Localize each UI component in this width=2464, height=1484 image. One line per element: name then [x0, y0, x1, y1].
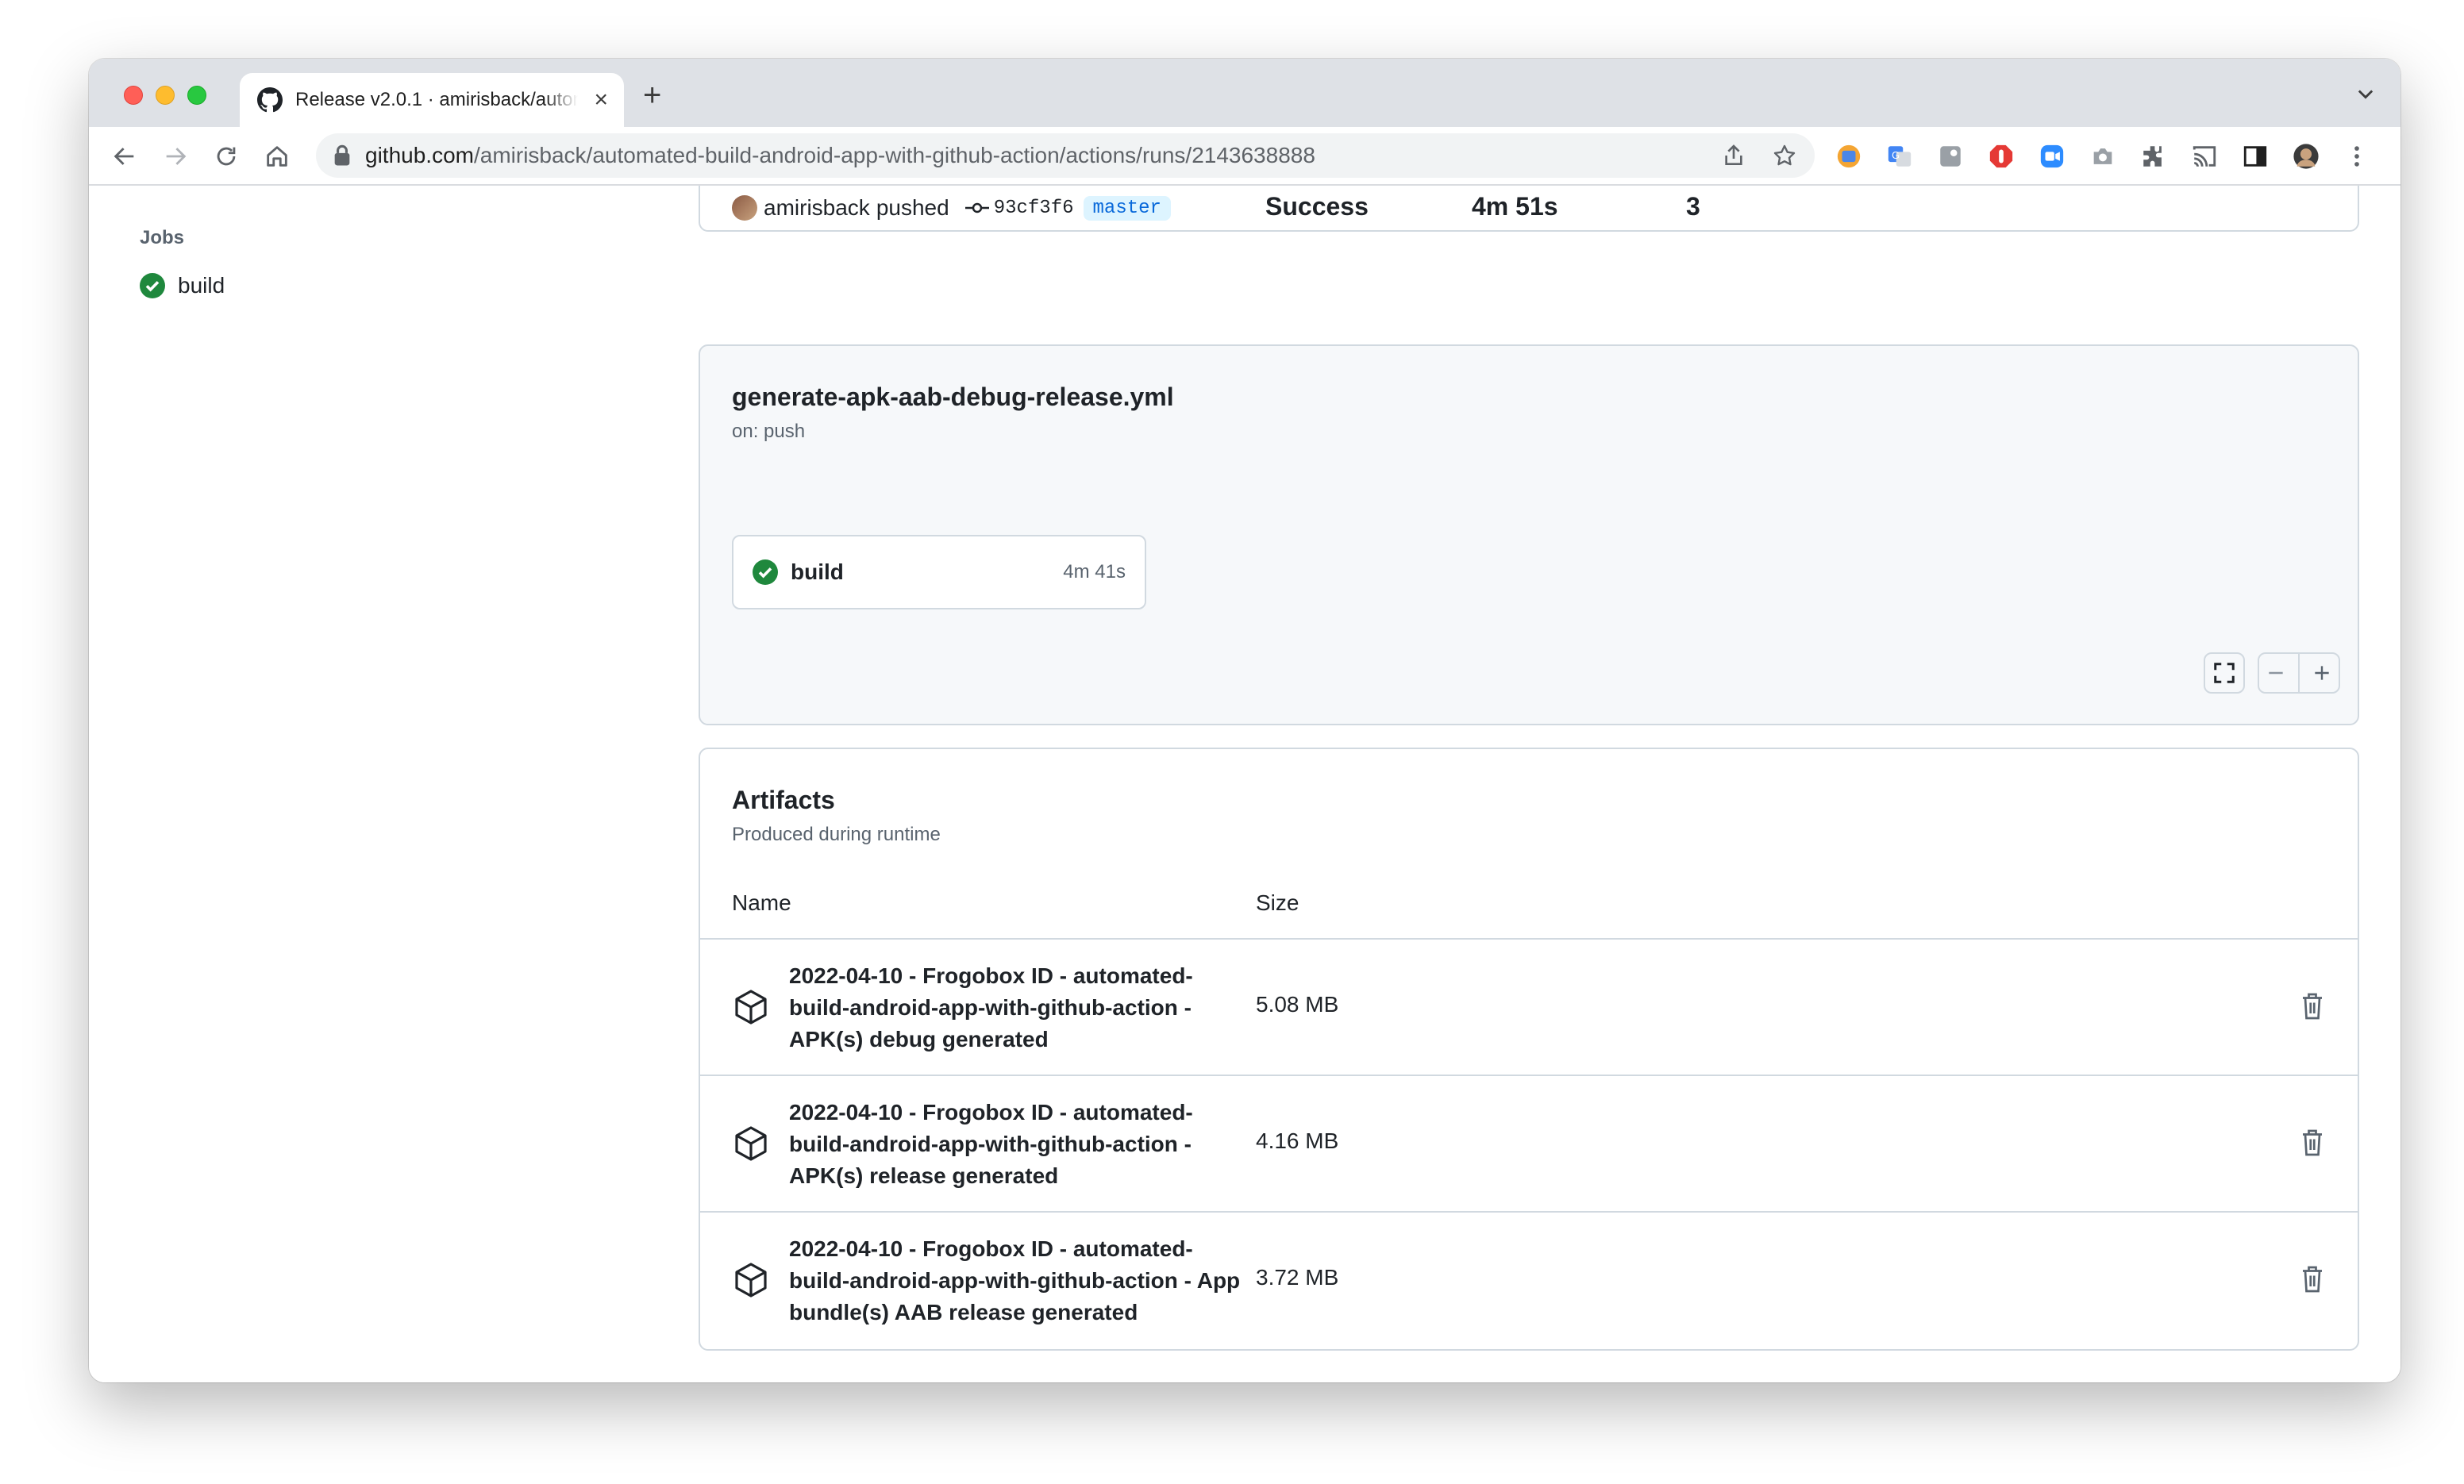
artifact-row: 2022-04-10 - Frogobox ID - automated-bui… — [700, 938, 2358, 1075]
workflow-graph-card: generate-apk-aab-debug-release.yml on: p… — [699, 344, 2359, 725]
artifact-size: 4.16 MB — [1256, 1128, 1339, 1153]
bookmark-star-icon[interactable] — [1772, 143, 1797, 168]
trash-icon[interactable] — [2300, 1128, 2324, 1157]
run-status: Success — [1265, 192, 1369, 221]
actor-avatar[interactable] — [732, 195, 757, 221]
run-trigger-info: amirisback pushed 93cf3f6 master — [732, 195, 1171, 221]
job-node-build[interactable]: build 4m 41s — [732, 535, 1146, 609]
commit-sha-link[interactable]: 93cf3f6 — [994, 198, 1074, 219]
back-arrow-icon[interactable] — [111, 143, 138, 170]
url-path: /amirisback/automated-build-android-app-… — [473, 143, 1315, 167]
address-bar[interactable]: github.com/amirisback/automated-build-an… — [316, 133, 1815, 178]
screenshot-camera-icon[interactable] — [2089, 143, 2116, 170]
success-check-icon — [753, 559, 778, 585]
tab-strip: Release v2.0.1 · amirisback/automated-bu… — [89, 59, 2400, 127]
page-content: Jobs build amirisback pushed 93cf3f6 mas… — [89, 186, 2400, 1382]
success-check-icon — [140, 273, 165, 298]
fullscreen-button[interactable] — [2204, 652, 2245, 694]
close-window-button[interactable] — [124, 86, 143, 105]
plus-icon — [2315, 666, 2329, 680]
artifact-name-link[interactable]: 2022-04-10 - Frogobox ID - automated-bui… — [789, 960, 1249, 1055]
profile-avatar[interactable] — [2293, 143, 2320, 170]
artifact-size: 5.08 MB — [1256, 992, 1339, 1017]
artifacts-card: Artifacts Produced during runtime Name S… — [699, 748, 2359, 1351]
actor-link[interactable]: amirisback — [764, 195, 870, 221]
svg-text:G: G — [1892, 149, 1900, 161]
jobs-heading: Jobs — [140, 227, 185, 248]
sidebar-job-build[interactable]: build — [140, 273, 225, 298]
maximize-window-button[interactable] — [187, 86, 206, 105]
tab-search-chevron-icon[interactable] — [2354, 83, 2377, 105]
branch-badge[interactable]: master — [1083, 195, 1171, 221]
browser-menu-icon[interactable] — [2343, 143, 2370, 170]
extension-image-icon[interactable] — [1835, 143, 1862, 170]
browser-toolbar: github.com/amirisback/automated-build-an… — [89, 127, 2400, 186]
trash-icon[interactable] — [2300, 1265, 2324, 1294]
zoom-in-button[interactable] — [2312, 663, 2332, 683]
browser-window: Release v2.0.1 · amirisback/automated-bu… — [89, 59, 2400, 1382]
workflow-trigger: on: push — [732, 421, 806, 442]
run-duration: 4m 51s — [1472, 192, 1558, 221]
artifacts-subtitle: Produced during runtime — [732, 824, 941, 845]
adblock-icon[interactable] — [1988, 143, 2015, 170]
package-icon — [735, 1263, 767, 1298]
job-node-name: build — [791, 559, 844, 584]
artifact-name-link[interactable]: 2022-04-10 - Frogobox ID - automated-bui… — [789, 1097, 1249, 1192]
minimize-window-button[interactable] — [156, 86, 175, 105]
cast-icon[interactable] — [2191, 143, 2218, 170]
sidebar-job-label: build — [178, 273, 225, 298]
artifacts-count[interactable]: 3 — [1686, 192, 1700, 221]
run-summary-card: amirisback pushed 93cf3f6 master Success… — [699, 186, 2359, 232]
tab-title: Release v2.0.1 · amirisback/automated-bu… — [295, 89, 578, 110]
column-header-size: Size — [1256, 890, 1299, 915]
home-icon[interactable] — [264, 143, 291, 170]
minus-icon — [2268, 671, 2283, 675]
trash-icon[interactable] — [2300, 992, 2324, 1021]
forward-arrow-icon[interactable] — [162, 143, 189, 170]
artifact-row: 2022-04-10 - Frogobox ID - automated-bui… — [700, 1211, 2358, 1348]
zoom-controls — [2258, 652, 2340, 694]
job-node-duration: 4m 41s — [1063, 561, 1126, 582]
github-favicon-icon — [257, 87, 283, 113]
reload-icon[interactable] — [213, 143, 240, 170]
git-commit-icon — [964, 202, 989, 213]
google-translate-icon[interactable]: G — [1886, 143, 1913, 170]
url-host: github.com — [365, 143, 474, 167]
artifact-row: 2022-04-10 - Frogobox ID - automated-bui… — [700, 1075, 2358, 1211]
fullscreen-icon — [2214, 663, 2235, 683]
artifact-size: 3.72 MB — [1256, 1265, 1339, 1290]
package-icon — [735, 990, 767, 1025]
extension-photo-icon[interactable] — [1937, 143, 1964, 170]
share-icon[interactable] — [1721, 143, 1746, 168]
column-header-name: Name — [732, 890, 791, 915]
workflow-file-name: generate-apk-aab-debug-release.yml — [732, 383, 1174, 411]
zoom-divider — [2297, 652, 2300, 694]
artifact-name-link[interactable]: 2022-04-10 - Frogobox ID - automated-bui… — [789, 1233, 1249, 1328]
new-tab-button[interactable]: + — [643, 79, 661, 111]
tab-close-icon[interactable]: × — [594, 88, 608, 112]
browser-tab-active[interactable]: Release v2.0.1 · amirisback/automated-bu… — [240, 73, 624, 127]
side-panel-icon[interactable] — [2242, 143, 2269, 170]
zoom-video-icon[interactable] — [2039, 143, 2066, 170]
zoom-out-button[interactable] — [2266, 663, 2286, 683]
package-icon — [735, 1126, 767, 1161]
extensions-puzzle-icon[interactable] — [2140, 143, 2167, 170]
lock-icon[interactable] — [333, 144, 351, 167]
event-text: pushed — [876, 195, 949, 220]
artifacts-title: Artifacts — [732, 786, 835, 814]
url-text[interactable]: github.com/amirisback/automated-build-an… — [365, 143, 1315, 168]
